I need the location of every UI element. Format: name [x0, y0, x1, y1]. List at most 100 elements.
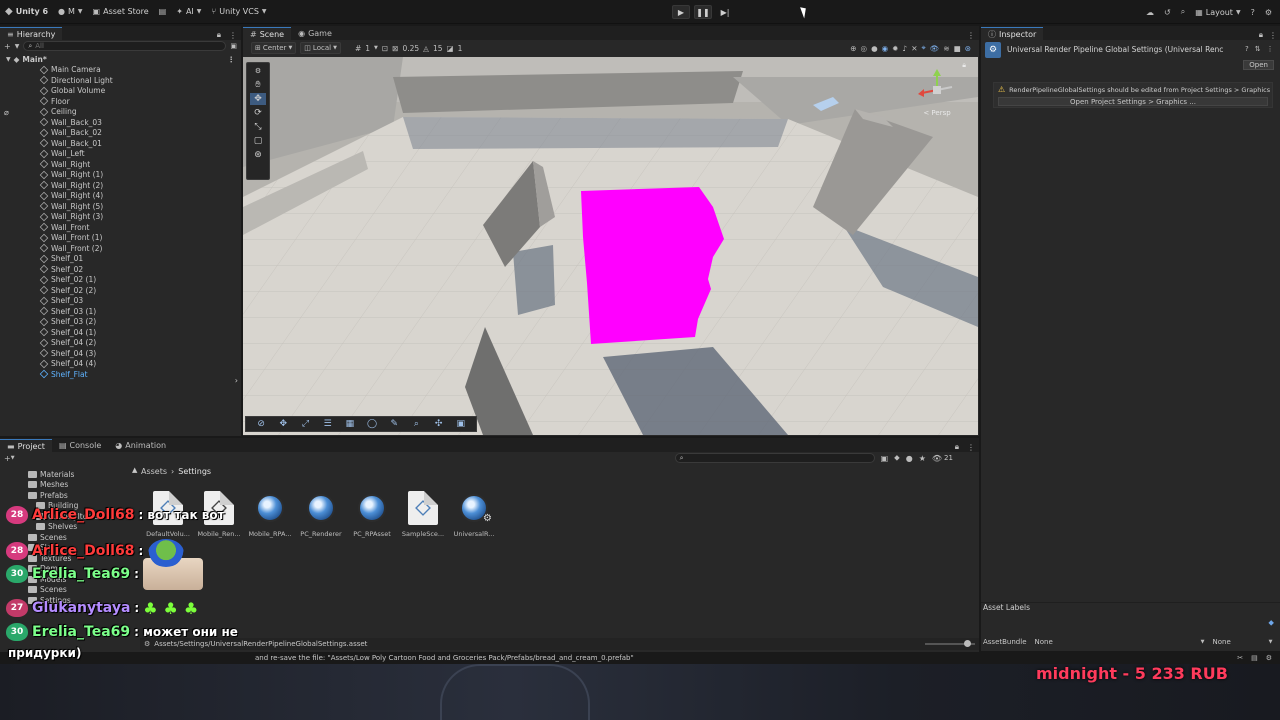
add-icon[interactable]: +	[4, 454, 11, 463]
asset-store-button[interactable]: ▣ Asset Store	[88, 0, 154, 24]
lighting-icon[interactable]: ✹	[892, 44, 898, 53]
hierarchy-item[interactable]: Wall_Back_01	[39, 138, 241, 149]
hierarchy-item[interactable]: Shelf_01	[39, 254, 241, 265]
hierarchy-item[interactable]: Wall_Right (1)	[39, 170, 241, 181]
asset-item[interactable]: SampleSce...	[398, 490, 448, 538]
move-snap-icon[interactable]: ⊠	[392, 44, 398, 53]
pivot-dropdown[interactable]: ⊞ Center ▼	[251, 42, 297, 54]
asset-item[interactable]: PC_Renderer	[296, 490, 346, 538]
tab-game[interactable]: ◉ Game	[291, 27, 339, 40]
project-folder[interactable]: Meshes	[28, 480, 138, 491]
pause-button[interactable]: ❚❚	[694, 5, 712, 19]
grid-select-icon[interactable]: ▦	[342, 418, 358, 430]
kebab-menu-icon[interactable]: ⋮	[1267, 45, 1274, 53]
rotate-snap-value[interactable]: 15	[433, 44, 443, 53]
scene-root[interactable]: ▼ ◆ Main* ⋮	[6, 54, 241, 65]
lock-icon[interactable]: 🔒︎	[1256, 30, 1266, 40]
hierarchy-item[interactable]: Wall_Front	[39, 222, 241, 233]
add-icon[interactable]: +	[4, 42, 11, 51]
history-icon[interactable]: ↺	[1164, 8, 1171, 17]
open-button[interactable]: Open	[1243, 60, 1274, 70]
scale-snap-value[interactable]: 1	[458, 44, 463, 53]
shaded-mode-icon[interactable]: ●	[871, 44, 878, 53]
asset-labels-header[interactable]: Asset Labels	[981, 602, 1280, 614]
expand-icon[interactable]: ⤢	[297, 418, 313, 430]
increment-snap-icon[interactable]: ⊡	[382, 44, 388, 53]
tab-scene[interactable]: # Scene	[243, 27, 292, 40]
hierarchy-item[interactable]: Wall_Right (2)	[39, 180, 241, 191]
ai-menu[interactable]: ✦ AI ▼	[171, 0, 206, 24]
tab-console[interactable]: ▤ Console	[52, 439, 108, 452]
step-button[interactable]: ▶|	[716, 5, 734, 19]
scene-visibility-icon[interactable]: ⌖	[922, 43, 926, 53]
filter-label-icon[interactable]: ⬥	[894, 453, 900, 463]
hierarchy-item[interactable]: Floor	[39, 96, 241, 107]
hierarchy-item[interactable]: Shelf_04 (2)	[39, 338, 241, 349]
lock-view-icon[interactable]: 🔒︎	[962, 61, 966, 70]
object-mode-icon[interactable]: ⊘	[253, 418, 269, 430]
hierarchy-item[interactable]: Shelf_Flat	[39, 369, 241, 380]
circle-select-icon[interactable]: ◯	[364, 418, 380, 430]
hierarchy-item[interactable]: Main Camera	[39, 65, 241, 76]
visibility-icon[interactable]: ●	[906, 454, 913, 463]
project-search-input[interactable]: ⌕	[674, 453, 875, 463]
hierarchy-item[interactable]: Wall_Right (5)	[39, 201, 241, 212]
open-project-settings-button[interactable]: Open Project Settings > Graphics ...	[998, 97, 1268, 106]
hand-tool-icon[interactable]: ✋︎	[250, 79, 266, 91]
project-folder[interactable]: Prefabs	[28, 490, 138, 501]
kebab-menu-icon[interactable]: ⋮	[963, 31, 979, 40]
breadcrumb-settings[interactable]: Settings	[178, 467, 211, 476]
preset-icon[interactable]: ⇅	[1255, 45, 1261, 53]
settings-icon[interactable]: ⚙	[1265, 8, 1272, 17]
visibility-icon[interactable]: ⌀	[4, 108, 9, 117]
tab-inspector[interactable]: ⓘ Inspector	[981, 27, 1044, 40]
move-icon[interactable]: ✥	[275, 418, 291, 430]
lock-icon[interactable]: 🔒︎	[213, 30, 225, 40]
rotate-snap-icon[interactable]: ◬	[423, 44, 429, 53]
hierarchy-item[interactable]: Shelf_02 (2)	[39, 285, 241, 296]
hierarchy-item[interactable]: Shelf_03 (2)	[39, 317, 241, 328]
tool-menu-icon[interactable]: ⚙	[250, 65, 266, 77]
hierarchy-item[interactable]: Global Volume	[39, 86, 241, 97]
asset-item[interactable]: PC_RPAsset	[347, 490, 397, 538]
grid-value[interactable]: 1	[365, 44, 370, 53]
package-button[interactable]: ▤	[154, 0, 172, 24]
filter-type-icon[interactable]: ▣	[881, 454, 889, 463]
play-button[interactable]: ▶	[672, 5, 690, 19]
lock-icon[interactable]: 🔒︎	[951, 442, 963, 452]
align-icon[interactable]: ☰	[320, 418, 336, 430]
move-tool-icon[interactable]: ✥	[250, 93, 266, 105]
rotate-tool-icon[interactable]: ⟳	[250, 107, 266, 119]
kebab-menu-icon[interactable]: ⋮	[963, 443, 979, 452]
cloud-icon[interactable]: ☁	[1146, 8, 1154, 17]
zoom-slider[interactable]	[925, 640, 975, 647]
asset-item[interactable]: ⚙ UniversalR...	[449, 490, 499, 538]
orientation-gizmo[interactable]: < Persp	[914, 67, 960, 117]
more-icon[interactable]: ▣	[453, 418, 469, 430]
kebab-menu-icon[interactable]: ⋮	[1266, 31, 1280, 40]
hierarchy-item[interactable]: Wall_Back_03	[39, 117, 241, 128]
audio-icon[interactable]: ♪	[902, 44, 907, 53]
hidden-objects-icon[interactable]: 👁︎	[930, 44, 940, 53]
help-icon[interactable]: ?	[1245, 45, 1249, 53]
space-dropdown[interactable]: ◫ Local ▼	[300, 42, 341, 54]
hierarchy-item[interactable]: Wall_Front (1)	[39, 233, 241, 244]
scale-tool-icon[interactable]: ⤡	[250, 121, 266, 133]
asset-bundle-dropdown[interactable]: None ▼	[1035, 638, 1205, 646]
account-menu[interactable]: ● M ▼	[53, 0, 88, 24]
layout-dropdown[interactable]: ▦ Layout ▼	[1195, 0, 1240, 24]
camera-icon[interactable]: ■	[954, 44, 961, 53]
graphics-icon[interactable]: ▤	[1251, 654, 1258, 662]
tab-project[interactable]: ▬ Project	[0, 439, 52, 452]
filter-icon[interactable]: ▣	[230, 42, 237, 50]
effects-icon[interactable]: ✕	[911, 44, 917, 53]
search-input[interactable]: ⌕ All	[23, 41, 227, 51]
hierarchy-item[interactable]: Wall_Right (4)	[39, 191, 241, 202]
favorite-icon[interactable]: ★	[919, 454, 926, 463]
unity-logo-menu[interactable]: ◆ Unity 6	[0, 0, 53, 24]
hierarchy-item[interactable]: Wall_Right (3)	[39, 212, 241, 223]
paint-icon[interactable]: ✎	[386, 418, 402, 430]
zoom-slider-handle[interactable]	[964, 640, 971, 647]
project-folder[interactable]: Materials	[28, 469, 138, 480]
hierarchy-item[interactable]: Wall_Left	[39, 149, 241, 160]
